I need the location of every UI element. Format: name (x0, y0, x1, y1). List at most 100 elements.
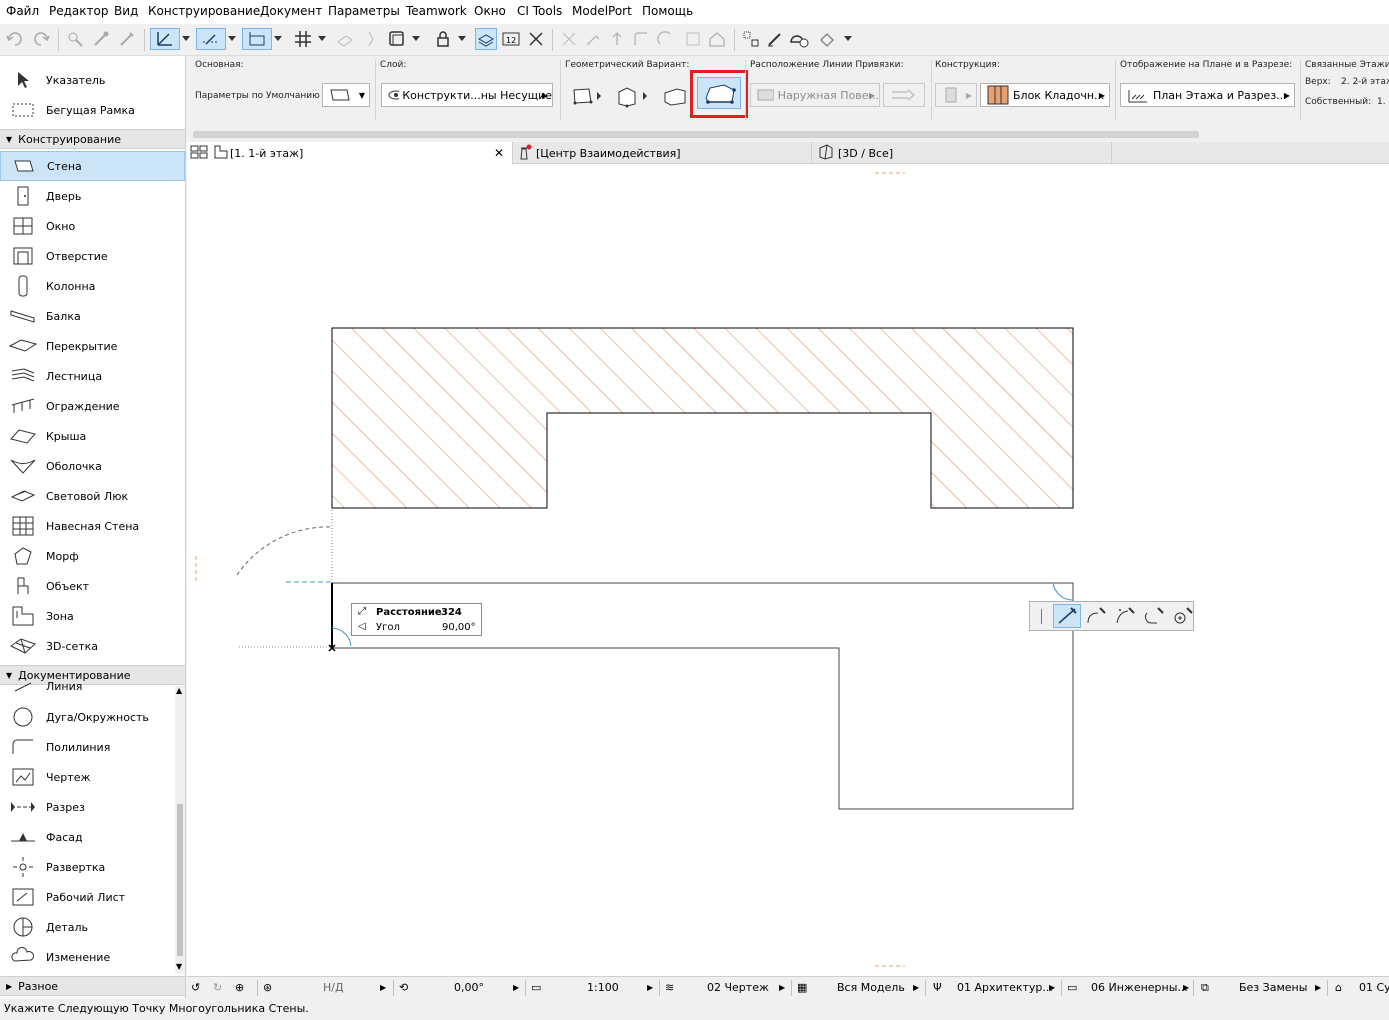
pen-marker-icon[interactable] (764, 28, 786, 50)
menu-modelport[interactable]: ModelPort (572, 4, 632, 18)
tool-door[interactable]: Дверь (0, 181, 185, 211)
dimension-icon[interactable]: 12 (500, 28, 522, 50)
eyedropper-icon[interactable] (90, 28, 112, 50)
tool-marquee[interactable]: Бегущая Рамка (0, 95, 185, 125)
tool-worksheet[interactable]: Рабочий Лист (0, 882, 185, 912)
grid-snap-icon[interactable] (292, 28, 314, 50)
zoom-in-icon[interactable]: ⊕ (235, 981, 244, 994)
model-view-options[interactable]: Вся Модель (837, 981, 905, 994)
roof-trim-icon[interactable] (706, 28, 728, 50)
chevron-down-icon[interactable] (842, 28, 854, 50)
menu-teamwork[interactable]: Teamwork (406, 4, 467, 18)
chevron-down-icon[interactable] (227, 28, 237, 50)
tool-arc-circle[interactable]: Дуга/Окружность (0, 702, 185, 732)
drawing-canvas[interactable] (187, 164, 1389, 976)
lock-icon[interactable] (432, 28, 454, 50)
tool-slab[interactable]: Перекрытие (0, 331, 185, 361)
trace-swap-icon[interactable] (358, 28, 380, 50)
intersect-icon[interactable] (606, 28, 628, 50)
pick-up-parameters-icon[interactable] (64, 28, 86, 50)
pen-set[interactable]: 01 Архитектур... (957, 981, 1053, 994)
geometry-slanted-button[interactable] (661, 84, 689, 108)
elevate-icon[interactable] (682, 28, 704, 50)
tool-shell[interactable]: Оболочка (0, 451, 185, 481)
scale-value[interactable]: 1:100 (587, 981, 619, 994)
tab-floor-plan[interactable]: [1. 1-й этаж] ✕ (187, 142, 513, 164)
redo-icon[interactable] (30, 28, 52, 50)
tool-stair[interactable]: Лестница (0, 361, 185, 391)
menu-view[interactable]: Вид (114, 4, 138, 18)
zoom-fit-icon[interactable]: ⊛ (263, 981, 272, 994)
tool-detail[interactable]: Деталь (0, 912, 185, 942)
zoom-value[interactable]: Н/Д (323, 981, 344, 994)
geometry-straight-button[interactable] (569, 84, 605, 108)
angle-value[interactable]: 90,00° (442, 622, 476, 633)
tool-object[interactable]: Объект (0, 571, 185, 601)
chevron-right-icon[interactable]: ▶ (1049, 983, 1055, 992)
rotation-angle[interactable]: 0,00° (454, 981, 484, 994)
tangent-arc-icon[interactable] (1082, 604, 1110, 628)
tool-railing[interactable]: Ограждение (0, 391, 185, 421)
chevron-down-icon[interactable] (181, 28, 191, 50)
menu-options[interactable]: Параметры (328, 4, 400, 18)
graphic-override[interactable]: Без Замены (1239, 981, 1307, 994)
chevron-down-icon[interactable] (410, 28, 422, 50)
fit-in-window-icon[interactable] (525, 28, 547, 50)
chevron-right-icon[interactable]: ▶ (913, 983, 919, 992)
top-link-value[interactable]: 2. 2-й этаж ( (1341, 77, 1389, 87)
3d-cutaway-icon[interactable] (788, 28, 810, 50)
multiply-icon[interactable] (740, 28, 762, 50)
wall-settings-button[interactable]: ▼ (322, 83, 370, 107)
menu-help[interactable]: Помощь (642, 4, 693, 18)
structure-type-button[interactable]: ▶ (935, 83, 977, 107)
add-point-arc-icon[interactable] (1169, 604, 1197, 628)
chevron-right-icon[interactable]: ▶ (1315, 983, 1321, 992)
close-icon[interactable]: ✕ (494, 146, 504, 160)
chevron-right-icon[interactable]: ▶ (1183, 983, 1189, 992)
dimension-standard[interactable]: 06 Инженерны... (1091, 981, 1188, 994)
distance-value[interactable]: 324 (441, 607, 462, 618)
chevron-down-icon[interactable] (273, 28, 283, 50)
chevron-up-icon[interactable]: ▲ (176, 686, 182, 695)
coordinate-grid-icon[interactable] (242, 28, 272, 50)
building-material-selector[interactable]: Блок Кладочн... ▶ (980, 83, 1110, 107)
undo-icon[interactable] (4, 28, 26, 50)
tool-change[interactable]: Изменение (0, 942, 185, 972)
geometry-trapezoid-button[interactable] (615, 84, 651, 108)
tool-wall[interactable]: Стена (0, 151, 185, 181)
tab-3d[interactable]: [3D / Все] (812, 142, 1112, 164)
suspend-groups-icon[interactable] (386, 28, 408, 50)
straight-segment-icon[interactable] (1053, 604, 1081, 628)
tab-grid-icon[interactable] (190, 145, 208, 162)
tool-drawing[interactable]: Чертеж (0, 762, 185, 792)
tool-elevation[interactable]: Фасад (0, 822, 185, 852)
split-icon[interactable] (558, 28, 580, 50)
chevron-down-icon[interactable] (316, 28, 328, 50)
menu-edit[interactable]: Редактор (49, 4, 108, 18)
tool-zone[interactable]: Зона (0, 601, 185, 631)
adjust-icon[interactable] (582, 28, 604, 50)
tool-skylight[interactable]: Световой Люк (0, 481, 185, 511)
infobox-scrollbar[interactable] (193, 131, 1199, 138)
menu-window[interactable]: Окно (474, 4, 506, 18)
menu-document[interactable]: Документ (260, 4, 322, 18)
menu-ci-tools[interactable]: CI Tools (517, 4, 562, 18)
layer-selector[interactable]: Конструкти...ны Несущие ▶ (381, 83, 553, 107)
layer-settings-icon[interactable] (475, 28, 497, 50)
undo-zoom-icon[interactable]: ↺ (191, 981, 200, 994)
tool-window[interactable]: Окно (0, 211, 185, 241)
menu-design[interactable]: Конструирование (148, 4, 260, 18)
tool-mesh[interactable]: 3D-сетка (0, 631, 185, 661)
ref-line-offset-button[interactable] (883, 83, 925, 107)
geometry-polygonal-button[interactable] (697, 77, 741, 109)
tool-column[interactable]: Колонна (0, 271, 185, 301)
chevron-down-icon[interactable] (456, 28, 468, 50)
tool-roof[interactable]: Крыша (0, 421, 185, 451)
rotate-icon[interactable] (654, 28, 676, 50)
tool-line[interactable]: Линия (0, 680, 185, 692)
tool-interior-elevation[interactable]: Развертка (0, 852, 185, 882)
redo-zoom-icon[interactable]: ↻ (213, 981, 222, 994)
chevron-right-icon[interactable]: ▶ (513, 983, 519, 992)
chevron-down-icon[interactable]: ▼ (176, 962, 182, 971)
tool-section[interactable]: Разрез (0, 792, 185, 822)
